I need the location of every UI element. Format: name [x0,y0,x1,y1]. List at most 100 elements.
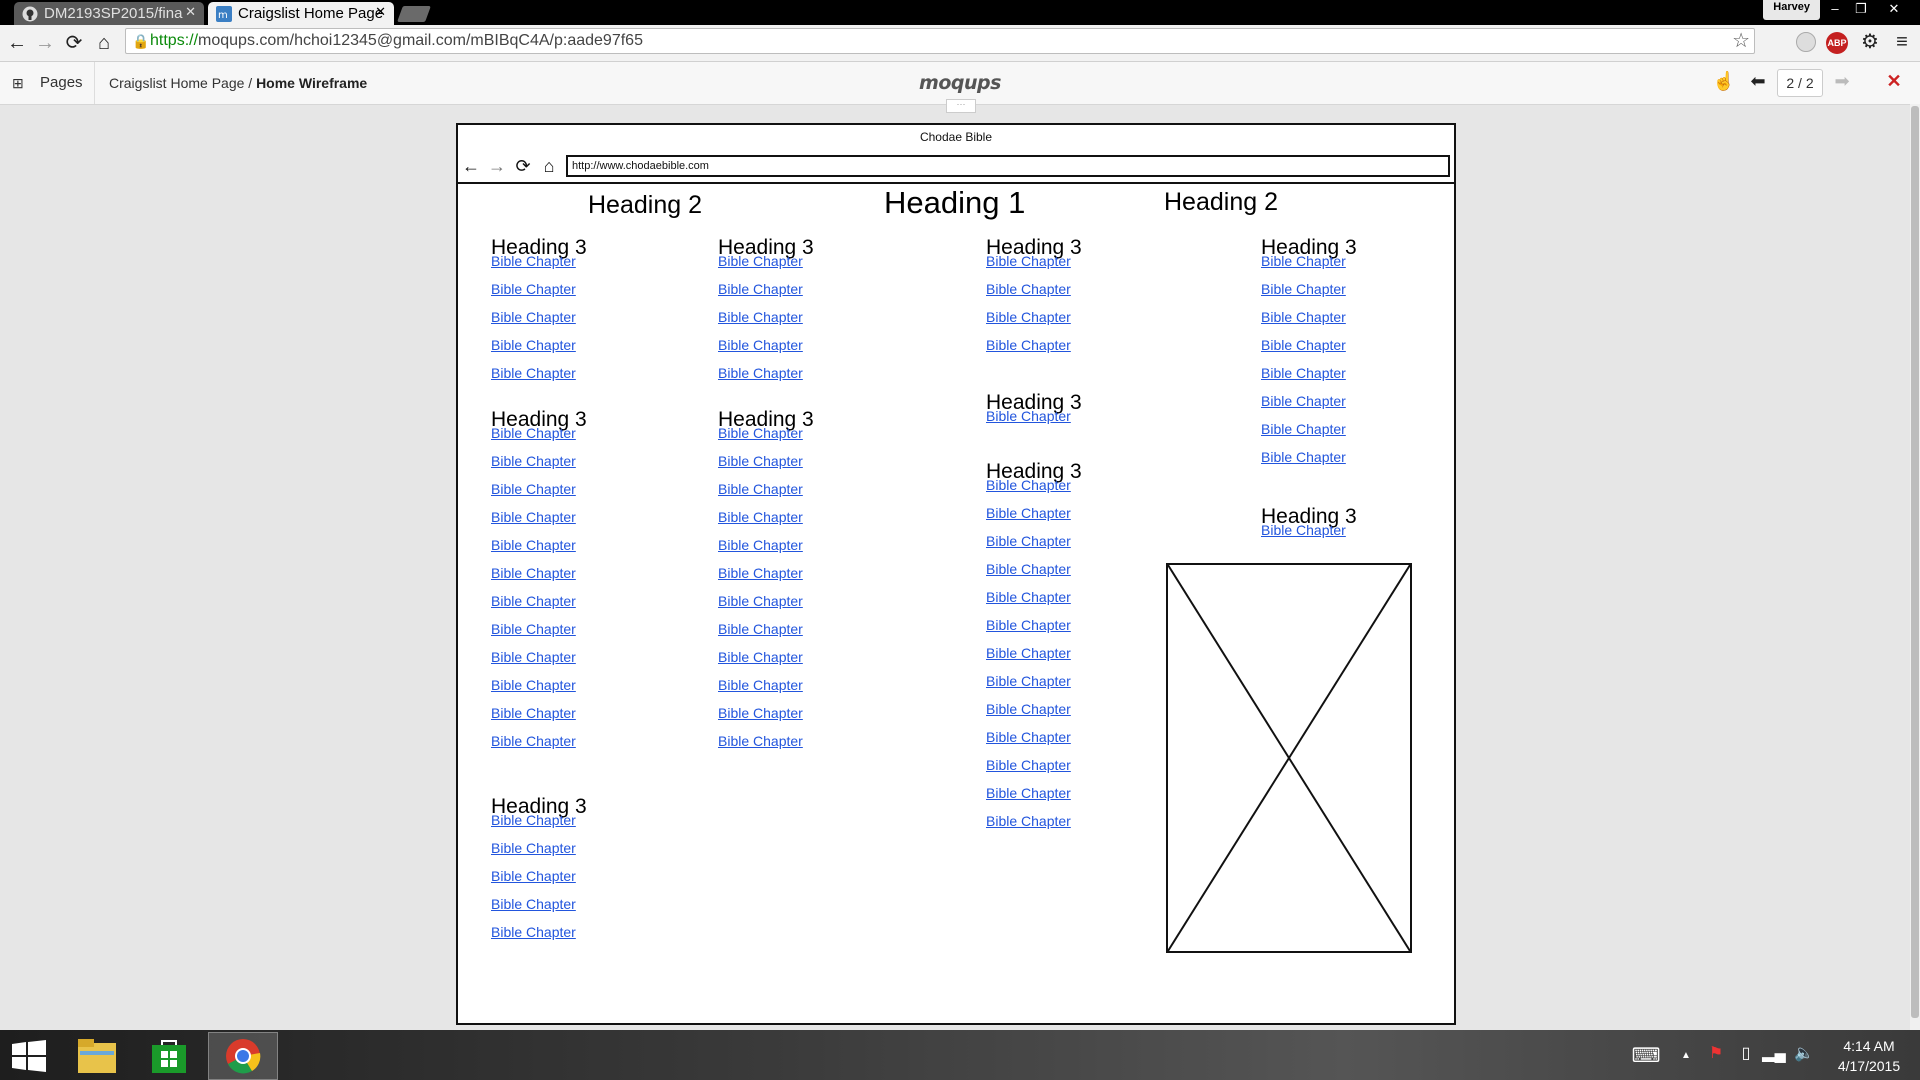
bible-chapter-link[interactable]: Bible Chapter [491,896,576,912]
bible-chapter-link[interactable]: Bible Chapter [718,281,803,297]
chrome-taskbar-button[interactable] [208,1032,278,1080]
bible-chapter-link[interactable]: Bible Chapter [1261,449,1346,465]
bible-chapter-link[interactable]: Bible Chapter [1261,365,1346,381]
forward-icon[interactable]: → [33,31,57,55]
bible-chapter-link[interactable]: Bible Chapter [718,593,803,609]
bible-chapter-link[interactable]: Bible Chapter [986,729,1071,745]
system-clock[interactable]: 4:14 AM 4/17/2015 [1820,1036,1918,1076]
toolbar-handle[interactable]: ··· [946,99,976,113]
bible-chapter-link[interactable]: Bible Chapter [1261,337,1346,353]
bible-chapter-link[interactable]: Bible Chapter [718,621,803,637]
bible-chapter-link[interactable]: Bible Chapter [1261,281,1346,297]
bible-chapter-link[interactable]: Bible Chapter [718,565,803,581]
bible-chapter-link[interactable]: Bible Chapter [986,785,1071,801]
bible-chapter-link[interactable]: Bible Chapter [718,453,803,469]
bookmark-star-icon[interactable]: ☆ [1732,29,1750,53]
bible-chapter-link[interactable]: Bible Chapter [1261,309,1346,325]
bible-chapter-link[interactable]: Bible Chapter [491,593,576,609]
chrome-menu-icon[interactable]: ≡ [1890,30,1914,54]
bible-chapter-link[interactable]: Bible Chapter [491,509,576,525]
show-hidden-icons-icon[interactable]: ▲ [1674,1050,1698,1061]
bible-chapter-link[interactable]: Bible Chapter [718,425,803,441]
bible-chapter-link[interactable]: Bible Chapter [986,408,1071,424]
bible-chapter-link[interactable]: Bible Chapter [718,365,803,381]
keyboard-icon[interactable]: ⌨ [1628,1043,1664,1068]
bible-chapter-link[interactable]: Bible Chapter [491,309,576,325]
bible-chapter-link[interactable]: Bible Chapter [718,509,803,525]
bible-chapter-link[interactable]: Bible Chapter [718,537,803,553]
battery-icon[interactable]: ▯ [1734,1043,1758,1063]
bible-chapter-link[interactable]: Bible Chapter [1261,253,1346,269]
bible-chapter-link[interactable]: Bible Chapter [986,589,1071,605]
home-icon[interactable]: ⌂ [92,31,116,55]
bible-chapter-link[interactable]: Bible Chapter [491,565,576,581]
bible-chapter-link[interactable]: Bible Chapter [986,309,1071,325]
bible-chapter-link[interactable]: Bible Chapter [986,701,1071,717]
minimize-button[interactable]: – [1822,0,1848,18]
bible-chapter-link[interactable]: Bible Chapter [491,924,576,940]
previous-page-icon[interactable]: ⬅ [1746,71,1770,92]
bible-chapter-link[interactable]: Bible Chapter [491,537,576,553]
bible-chapter-link[interactable]: Bible Chapter [718,705,803,721]
action-center-flag-icon[interactable]: ⚑ [1704,1043,1728,1063]
bible-chapter-link[interactable]: Bible Chapter [718,309,803,325]
bible-chapter-link[interactable]: Bible Chapter [986,281,1071,297]
bible-chapter-link[interactable]: Bible Chapter [491,281,576,297]
bible-chapter-link[interactable]: Bible Chapter [986,561,1071,577]
bible-chapter-link[interactable]: Bible Chapter [491,481,576,497]
bible-chapter-link[interactable]: Bible Chapter [491,705,576,721]
bible-chapter-link[interactable]: Bible Chapter [718,677,803,693]
volume-icon[interactable]: 🔈 [1792,1043,1816,1063]
bible-chapter-link[interactable]: Bible Chapter [986,253,1071,269]
bible-chapter-link[interactable]: Bible Chapter [491,649,576,665]
windows-start-icon[interactable] [12,1040,46,1072]
bible-chapter-link[interactable]: Bible Chapter [491,840,576,856]
bible-chapter-link[interactable]: Bible Chapter [491,812,576,828]
bible-chapter-link[interactable]: Bible Chapter [491,621,576,637]
bible-chapter-link[interactable]: Bible Chapter [986,757,1071,773]
bible-chapter-link[interactable]: Bible Chapter [491,253,576,269]
address-bar[interactable]: 🔒 https://moqups.com/hchoi12345@gmail.com… [125,28,1755,54]
restore-button[interactable]: ❐ [1848,0,1874,18]
close-window-button[interactable]: ✕ [1874,0,1914,18]
reload-icon[interactable]: ⟳ [62,31,86,55]
extension-icon[interactable] [1796,32,1816,52]
tab-github[interactable]: DM2193SP2015/fina ✕ [14,2,204,25]
bible-chapter-link[interactable]: Bible Chapter [986,477,1071,493]
tab-close-icon[interactable]: ✕ [185,4,196,20]
new-tab-button[interactable] [397,6,431,22]
bible-chapter-link[interactable]: Bible Chapter [1261,522,1346,538]
profile-button[interactable]: Harvey [1763,0,1820,20]
bible-chapter-link[interactable]: Bible Chapter [718,481,803,497]
bible-chapter-link[interactable]: Bible Chapter [718,337,803,353]
next-page-icon[interactable]: ➡ [1830,71,1854,92]
close-preview-icon[interactable]: ✕ [1882,71,1906,92]
bible-chapter-link[interactable]: Bible Chapter [491,677,576,693]
back-icon[interactable]: ← [5,31,29,55]
file-explorer-icon[interactable] [76,1037,118,1075]
tab-moqups[interactable]: m Craigslist Home Page ✕ [208,2,394,25]
network-signal-icon[interactable]: ▂▄ [1762,1043,1786,1063]
bible-chapter-link[interactable]: Bible Chapter [986,645,1071,661]
store-icon[interactable] [150,1037,188,1075]
bible-chapter-link[interactable]: Bible Chapter [491,868,576,884]
bible-chapter-link[interactable]: Bible Chapter [986,533,1071,549]
bible-chapter-link[interactable]: Bible Chapter [718,253,803,269]
bible-chapter-link[interactable]: Bible Chapter [491,453,576,469]
bible-chapter-link[interactable]: Bible Chapter [491,365,576,381]
bible-chapter-link[interactable]: Bible Chapter [1261,421,1346,437]
bible-chapter-link[interactable]: Bible Chapter [491,337,576,353]
hand-pointer-icon[interactable]: ☝ [1712,71,1736,92]
bible-chapter-link[interactable]: Bible Chapter [986,337,1071,353]
settings-gear-icon[interactable]: ⚙ [1858,30,1882,54]
bible-chapter-link[interactable]: Bible Chapter [1261,393,1346,409]
bible-chapter-link[interactable]: Bible Chapter [491,425,576,441]
tab-close-icon[interactable]: ✕ [375,4,386,20]
adblock-icon[interactable]: ABP [1826,32,1848,54]
bible-chapter-link[interactable]: Bible Chapter [986,673,1071,689]
bible-chapter-link[interactable]: Bible Chapter [986,813,1071,829]
bible-chapter-link[interactable]: Bible Chapter [718,733,803,749]
bible-chapter-link[interactable]: Bible Chapter [718,649,803,665]
bible-chapter-link[interactable]: Bible Chapter [986,617,1071,633]
bible-chapter-link[interactable]: Bible Chapter [491,733,576,749]
